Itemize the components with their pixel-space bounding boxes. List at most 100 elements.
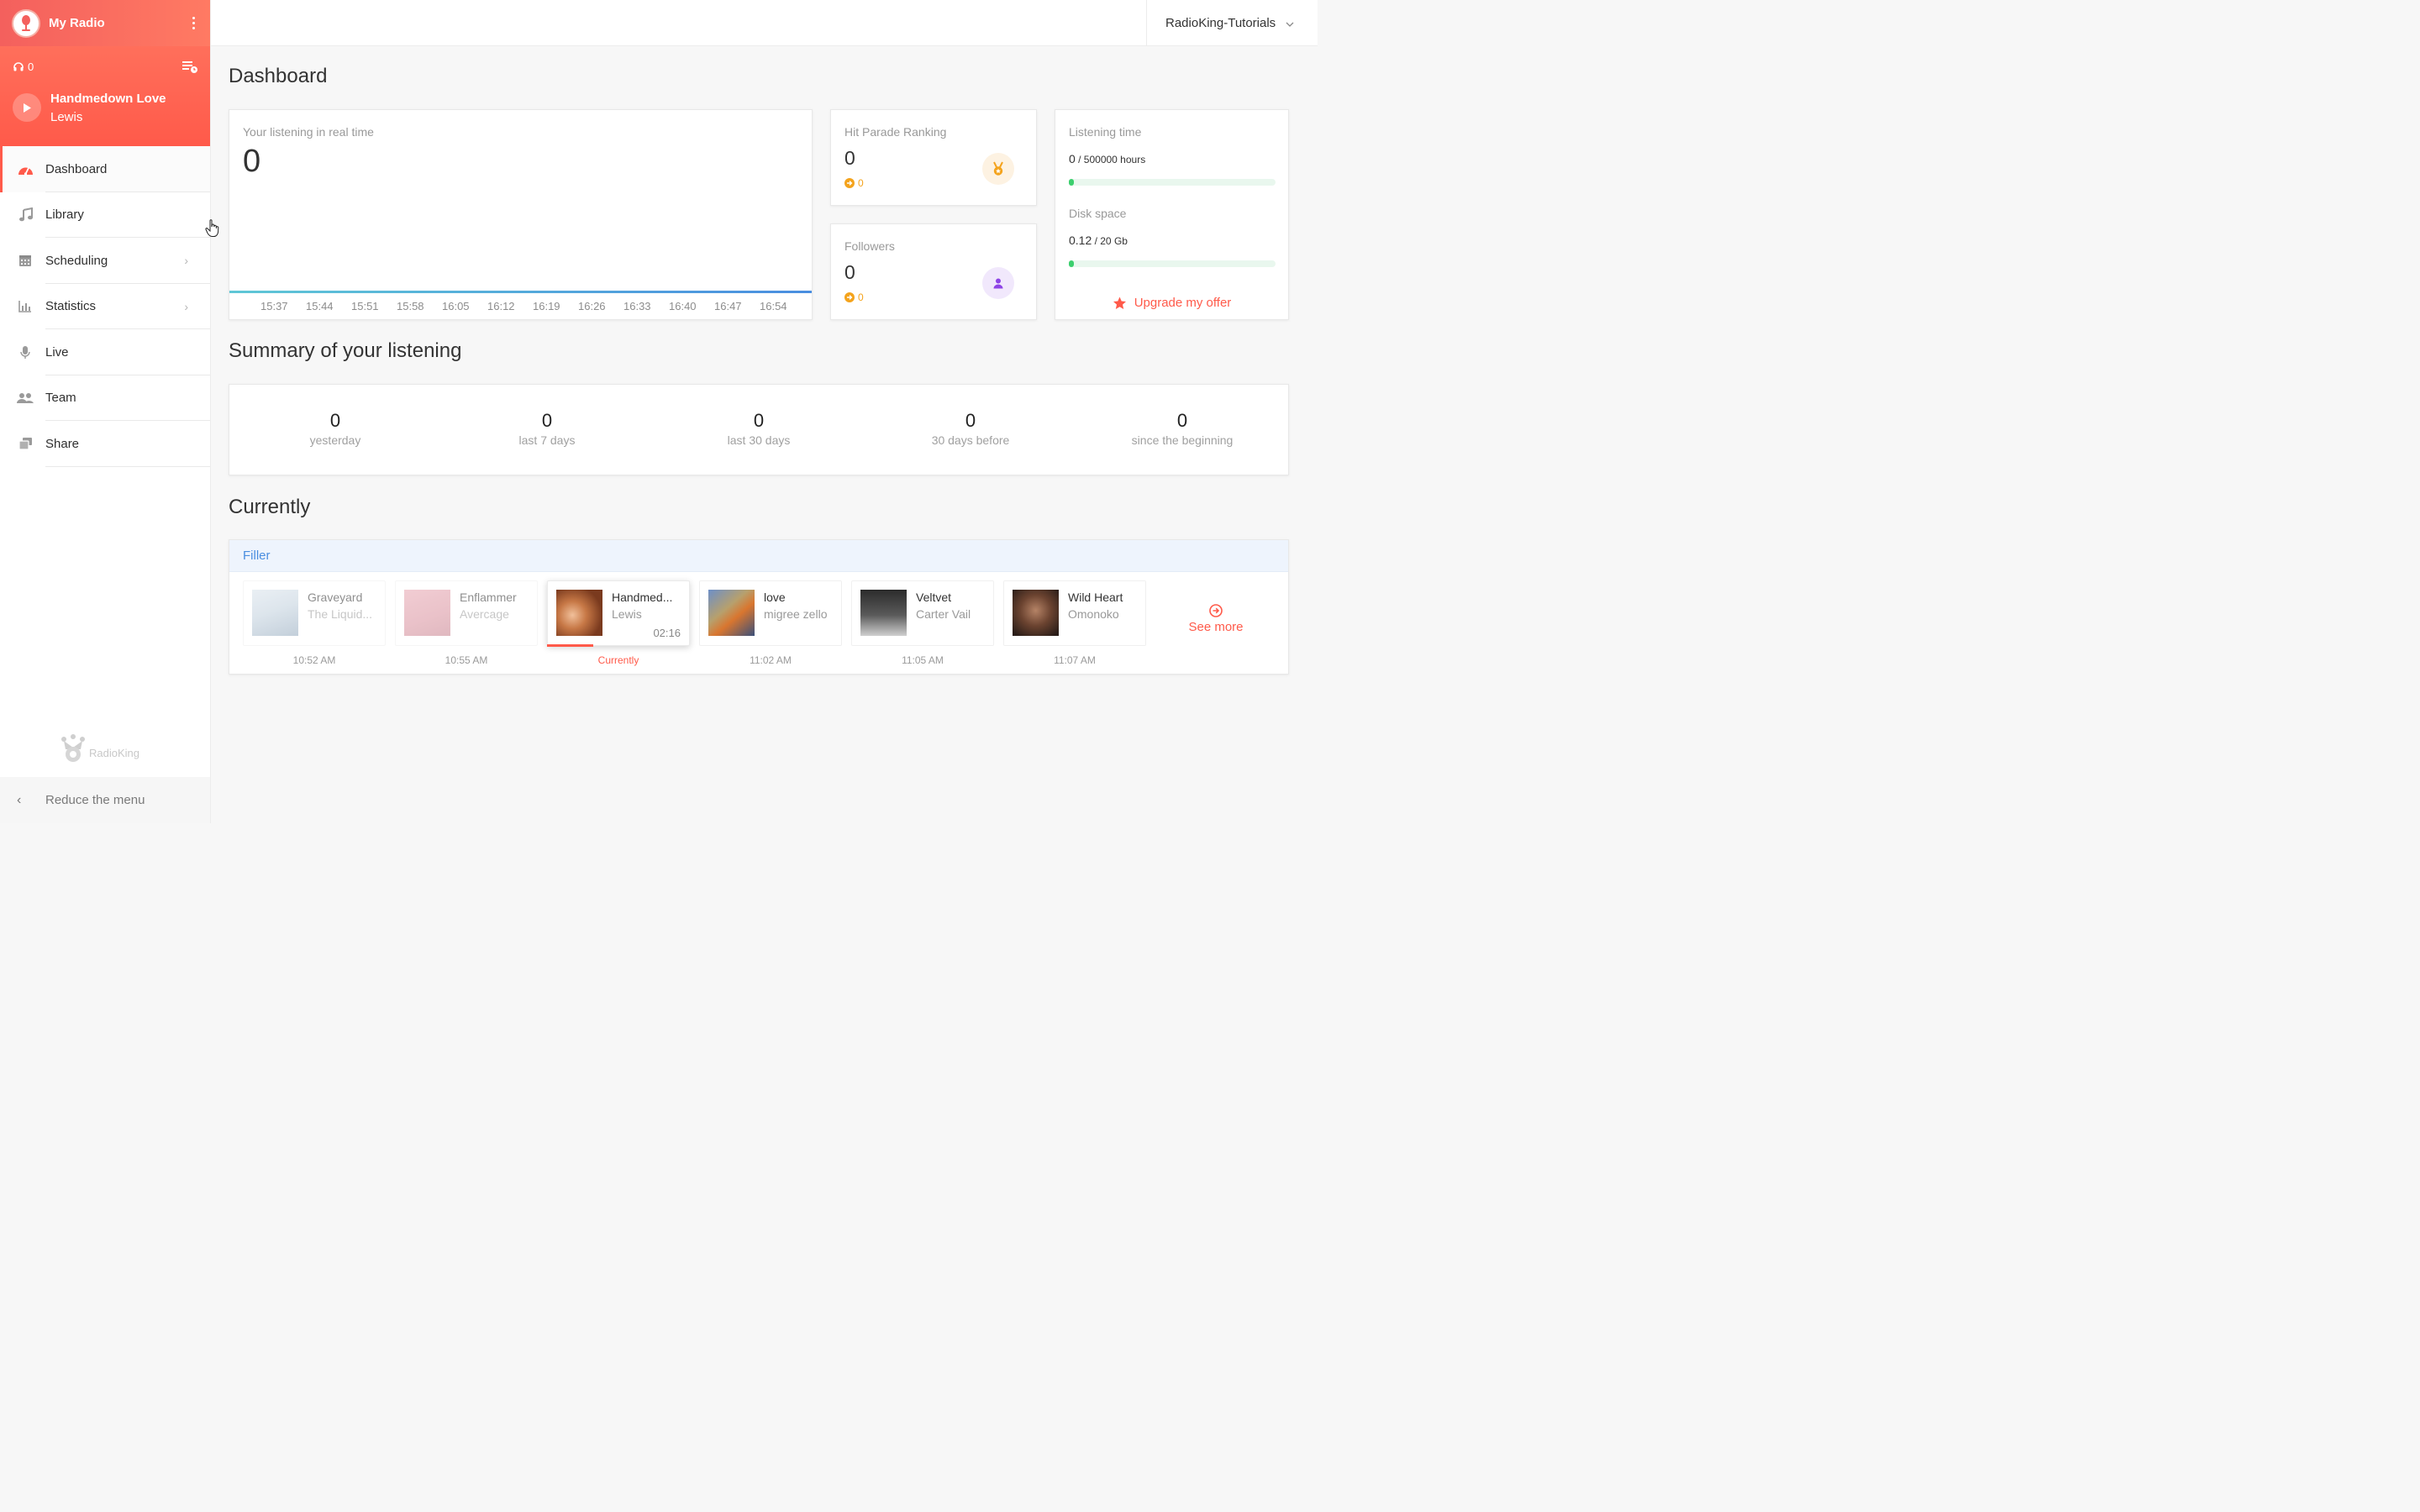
summary-card: 0 yesterday 0 last 7 days 0 last 30 days 0 30 d… [229, 384, 1289, 475]
chevron-right-icon: › [184, 254, 188, 268]
time-tick: 16:33 [623, 300, 651, 312]
nav-item-live[interactable]: Live [0, 329, 210, 375]
radioking-logo: RadioKing [60, 734, 139, 763]
disk-space-progress-fill [1069, 260, 1075, 267]
nav-label: Share [45, 436, 80, 451]
track-card[interactable]: Graveyard The Liquid... [243, 580, 386, 646]
album-cover [708, 590, 755, 636]
radio-avatar[interactable] [12, 8, 40, 38]
see-more-button[interactable]: See more [1171, 604, 1261, 634]
playlist-history-icon[interactable] [182, 60, 198, 77]
nav-item-library[interactable]: Library [0, 192, 210, 239]
user-icon [982, 267, 1014, 299]
time-tick: 15:37 [260, 300, 288, 312]
time-tick: 16:54 [760, 300, 787, 312]
summary-title: Summary of your listening [229, 339, 462, 362]
track-card[interactable]: Enflammer Avercage [395, 580, 538, 646]
summary-value: 0 [753, 410, 765, 431]
nav-item-team[interactable]: Team [0, 375, 210, 422]
track-card[interactable]: Wild Heart Omonoko [1003, 580, 1146, 646]
listening-time-progress [1069, 179, 1276, 186]
album-cover [404, 590, 450, 636]
users-icon [17, 390, 34, 407]
arrow-circle-right-icon [1209, 604, 1223, 617]
nav-item-scheduling[interactable]: Scheduling › [0, 238, 210, 284]
upgrade-offer-link[interactable]: Upgrade my offer [1055, 296, 1288, 310]
nav-item-dashboard[interactable]: Dashboard [0, 146, 210, 192]
realtime-label: Your listening in real time [243, 125, 374, 139]
followers-delta: 0 [844, 291, 864, 303]
main-nav: Dashboard Library Scheduling › Statistic… [0, 146, 210, 467]
now-playing-artist: Lewis [50, 110, 83, 124]
time-tick: 16:19 [533, 300, 560, 312]
see-more-label: See more [1188, 620, 1244, 634]
hit-parade-delta-value: 0 [858, 177, 864, 189]
radioking-crown-icon [61, 734, 85, 762]
disk-space-label: Disk space [1069, 207, 1127, 220]
track-artist: Omonoko [1068, 607, 1119, 621]
top-bar: RadioKing-Tutorials [211, 0, 1318, 46]
usage-card: Listening time 0 / 500000 hours Disk spa… [1055, 109, 1289, 320]
account-switcher[interactable]: RadioKing-Tutorials [1146, 0, 1318, 46]
time-tick: 16:26 [578, 300, 606, 312]
music-note-icon [17, 207, 34, 223]
account-name: RadioKing-Tutorials [1165, 16, 1276, 30]
bar-chart-icon [17, 298, 34, 315]
time-tick: 16:40 [669, 300, 697, 312]
time-tick: 16:05 [442, 300, 470, 312]
dashboard-gauge-icon [17, 160, 34, 177]
track-artist: Avercage [460, 607, 509, 621]
realtime-listening-card: Your listening in real time 0 15:37 15:44… [229, 109, 813, 320]
more-options-icon[interactable] [189, 13, 198, 33]
listening-time-progress-fill [1069, 179, 1075, 186]
medal-icon [982, 153, 1014, 185]
listening-time-label: Listening time [1069, 125, 1142, 139]
track-title: Wild Heart [1068, 591, 1123, 604]
track-air-time: 11:07 AM [1054, 654, 1096, 666]
track-card[interactable]: Handmed... Lewis 02:16 [547, 580, 690, 647]
realtime-chart-line [229, 291, 812, 293]
listening-time-used: 0 [1069, 152, 1076, 165]
track-title: Veltvet [916, 591, 952, 604]
nav-item-share[interactable]: Share [0, 421, 210, 467]
nav-item-statistics[interactable]: Statistics › [0, 284, 210, 330]
sidebar: My Radio 0 Handmedown Love Lewis Dashboa… [0, 0, 211, 823]
track-artist: Lewis [612, 607, 642, 621]
disk-space-total: / 20 Gb [1094, 235, 1128, 247]
microphone-logo-icon [22, 14, 30, 31]
hit-parade-value: 0 [844, 147, 855, 169]
play-button[interactable] [13, 93, 41, 122]
summary-stat: 0 since the beginning [1076, 385, 1288, 447]
share-icon [17, 435, 34, 452]
track-artist: Carter Vail [916, 607, 971, 621]
arrow-circle-right-icon [844, 178, 855, 188]
track-title: Handmed... [612, 591, 673, 604]
hit-parade-card: Hit Parade Ranking 0 0 [830, 109, 1037, 206]
nav-label: Team [45, 391, 76, 406]
nav-label: Scheduling [45, 253, 108, 268]
chevron-left-icon: ‹ [17, 792, 22, 807]
listening-time-total: / 500000 hours [1078, 154, 1146, 165]
currently-card: Filler Graveyard The Liquid... 10:52 AM Enf… [229, 539, 1289, 675]
playlist-name: Filler [229, 540, 1288, 572]
track-card[interactable]: Veltvet Carter Vail [851, 580, 994, 646]
track-card[interactable]: love migree zello [699, 580, 842, 646]
time-tick: 15:44 [306, 300, 334, 312]
summary-period-label: last 30 days [727, 433, 791, 447]
reduce-menu-button[interactable]: ‹ Reduce the menu [0, 777, 210, 823]
page-title: Dashboard [229, 65, 328, 87]
summary-stat: 0 30 days before [865, 385, 1076, 447]
calendar-icon [17, 252, 34, 269]
track-artist: The Liquid... [308, 607, 373, 621]
time-tick: 15:58 [397, 300, 424, 312]
summary-value: 0 [965, 410, 976, 431]
hand-cursor-icon [205, 219, 219, 237]
radio-name[interactable]: My Radio [49, 16, 189, 30]
nav-label: Live [45, 344, 69, 360]
summary-stat: 0 yesterday [229, 385, 441, 447]
track-air-time: Currently [597, 654, 639, 666]
hit-parade-label: Hit Parade Ranking [844, 125, 947, 139]
followers-label: Followers [844, 239, 895, 253]
disk-space-progress [1069, 260, 1276, 267]
listener-count: 0 [13, 60, 34, 73]
